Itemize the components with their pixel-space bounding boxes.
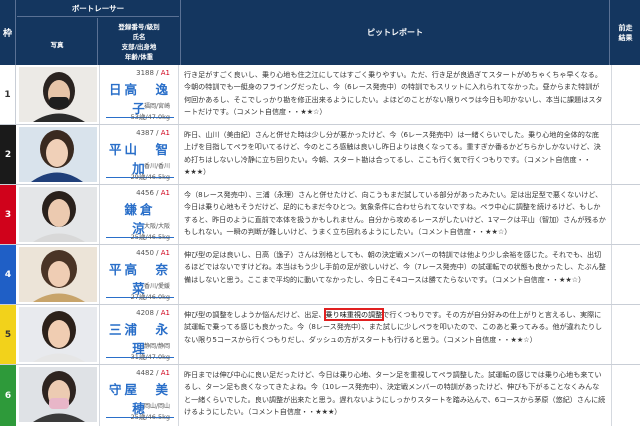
racer-branch: 福岡/宮崎 [143, 103, 170, 110]
report-part: 伸び型の調整をしようか悩んだけど、出足、 [184, 310, 326, 319]
header-racer-info: 登録番号/級別 氏名 支部/出身地 年齢/体重 [99, 18, 179, 65]
racer-info: 4456 / A1 鎌倉 涼 大阪/大阪 25歳/46.5kg [99, 185, 184, 244]
racer-branch: 香川/香川 [143, 163, 170, 170]
header-previous-result: 前走 結果 [611, 0, 640, 65]
header-pit-report: ピットレポート [180, 0, 610, 65]
registration-number: 4456 / [136, 189, 161, 197]
header-info-line: 登録番号/級別 [118, 22, 160, 31]
waku-number: 5 [0, 305, 16, 364]
registration-grade: 4208 / A1 [100, 309, 170, 317]
waku-number: 6 [0, 365, 16, 426]
pit-report-table: 枠 ボートレーサー 写真 登録番号/級別 氏名 支部/出身地 年齢/体重 ピット… [0, 0, 640, 426]
pit-report-text: 伸び型の調整をしようか悩んだけど、出足、乗り味重視の調整で行くつもりです。その方… [184, 308, 606, 346]
racer-info: 4450 / A1 平高 奈菜 香川/愛媛 27歳/46.0kg [99, 245, 179, 304]
previous-result-cell [611, 305, 640, 364]
registration-grade: 4456 / A1 [100, 189, 170, 197]
registration-number: 3188 / [136, 69, 161, 77]
highlighted-phrase: 乗り味重視の調整 [323, 308, 385, 321]
waku-number: 3 [0, 185, 16, 244]
registration-number: 4482 / [136, 369, 161, 377]
registration-grade: 4482 / A1 [100, 369, 170, 377]
racer-age-weight: 27歳/46.0kg [130, 293, 170, 301]
table-row: 6 4482 / A1 守屋 美穂 岡山/岡山 25歳/46.5kg 昨日までは… [0, 365, 640, 426]
previous-result-cell [611, 365, 640, 426]
header-info-line: 氏名 [132, 32, 146, 41]
table-row: 5 4208 / A1 三浦 永理 静岡/静岡 31歳/47.0kg 伸び型の調… [0, 305, 640, 365]
racer-branch: 岡山/岡山 [143, 403, 170, 410]
pit-report-text: 今（8レース発売中）、三浦（永理）さんと併せたけど、向こうもまだ試している部分が… [184, 190, 606, 237]
header-waku: 枠 [0, 0, 16, 65]
registration-number: 4208 / [136, 309, 161, 317]
table-row: 3 4456 / A1 鎌倉 涼 大阪/大阪 25歳/46.5kg 今（8レース… [0, 185, 640, 245]
registration-grade: 3188 / A1 [100, 69, 170, 77]
racer-branch: 静岡/静岡 [143, 343, 170, 350]
racer-age-weight: 53歳/47.0kg [130, 113, 170, 121]
racer-age-weight: 25歳/46.5kg [130, 233, 170, 241]
racer-age-weight: 29歳/46.5kg [130, 173, 170, 181]
previous-result-cell [611, 245, 640, 304]
grade-badge: A1 [160, 249, 170, 257]
waku-number: 1 [0, 65, 16, 124]
racer-photo [19, 367, 97, 422]
registration-grade: 4387 / A1 [100, 129, 170, 137]
previous-result-cell [611, 125, 640, 184]
table-row: 2 4387 / A1 平山 智加 香川/香川 29歳/46.5kg 昨日、山川… [0, 125, 640, 185]
table-row: 4 4450 / A1 平高 奈菜 香川/愛媛 27歳/46.0kg 伸び型の足… [0, 245, 640, 305]
header-prev-line: 結果 [618, 33, 633, 42]
racer-age-weight: 25歳/46.5kg [130, 413, 170, 421]
racer-photo [19, 247, 97, 302]
registration-number: 4450 / [136, 249, 161, 257]
previous-result-cell [611, 185, 640, 244]
table-header: 枠 ボートレーサー 写真 登録番号/級別 氏名 支部/出身地 年齢/体重 ピット… [0, 0, 640, 65]
racer-photo [19, 307, 97, 362]
racer-info: 3188 / A1 日高 逸子 福岡/宮崎 53歳/47.0kg [99, 65, 179, 124]
pit-report-text: 行き足がすごく良いし、乗り心地も住之江にしてはすごく乗りやすい。ただ、行き足が良… [184, 70, 603, 117]
racer-photo [19, 127, 97, 182]
pit-report-text: 昨日、山川（美由紀）さんと併せた時は少し分が悪かったけど、今（6レース発売中）は… [184, 130, 601, 177]
header-info-line: 年齢/体重 [124, 52, 154, 61]
registration-number: 4387 / [136, 129, 161, 137]
grade-badge: A1 [160, 369, 170, 377]
racer-branch: 香川/愛媛 [143, 283, 170, 290]
header-photo: 写真 [17, 18, 98, 65]
waku-number: 4 [0, 245, 16, 304]
grade-badge: A1 [160, 69, 170, 77]
previous-result-cell [611, 65, 640, 124]
pit-report-text: 伸び型の足は良いし、日高（逸子）さんは別格としても、朝の決定戦メンバーの特訓では… [184, 250, 606, 284]
racer-info: 4482 / A1 守屋 美穂 岡山/岡山 25歳/46.5kg [99, 365, 179, 426]
grade-badge: A1 [160, 129, 170, 137]
pit-report-text: 昨日までは伸び中心に良い足だったけど、今日は乗り心地、ターン足を重視してペラ調整… [184, 370, 606, 417]
racer-info: 4208 / A1 三浦 永理 静岡/静岡 31歳/47.0kg [99, 305, 179, 364]
header-boat-racer: ボートレーサー [17, 0, 179, 17]
racer-age-weight: 31歳/47.0kg [130, 353, 170, 361]
grade-badge: A1 [160, 189, 170, 197]
table-row: 1 3188 / A1 日高 逸子 福岡/宮崎 53歳/47.0kg 行き足がす… [0, 65, 640, 125]
grade-badge: A1 [160, 309, 170, 317]
registration-grade: 4450 / A1 [100, 249, 170, 257]
racer-photo [19, 187, 97, 242]
waku-number: 2 [0, 125, 16, 184]
racer-photo [19, 67, 97, 122]
racer-info: 4387 / A1 平山 智加 香川/香川 29歳/46.5kg [99, 125, 179, 184]
racer-branch: 大阪/大阪 [143, 223, 170, 230]
header-info-line: 支部/出身地 [121, 42, 157, 51]
header-prev-line: 前走 [618, 23, 633, 32]
